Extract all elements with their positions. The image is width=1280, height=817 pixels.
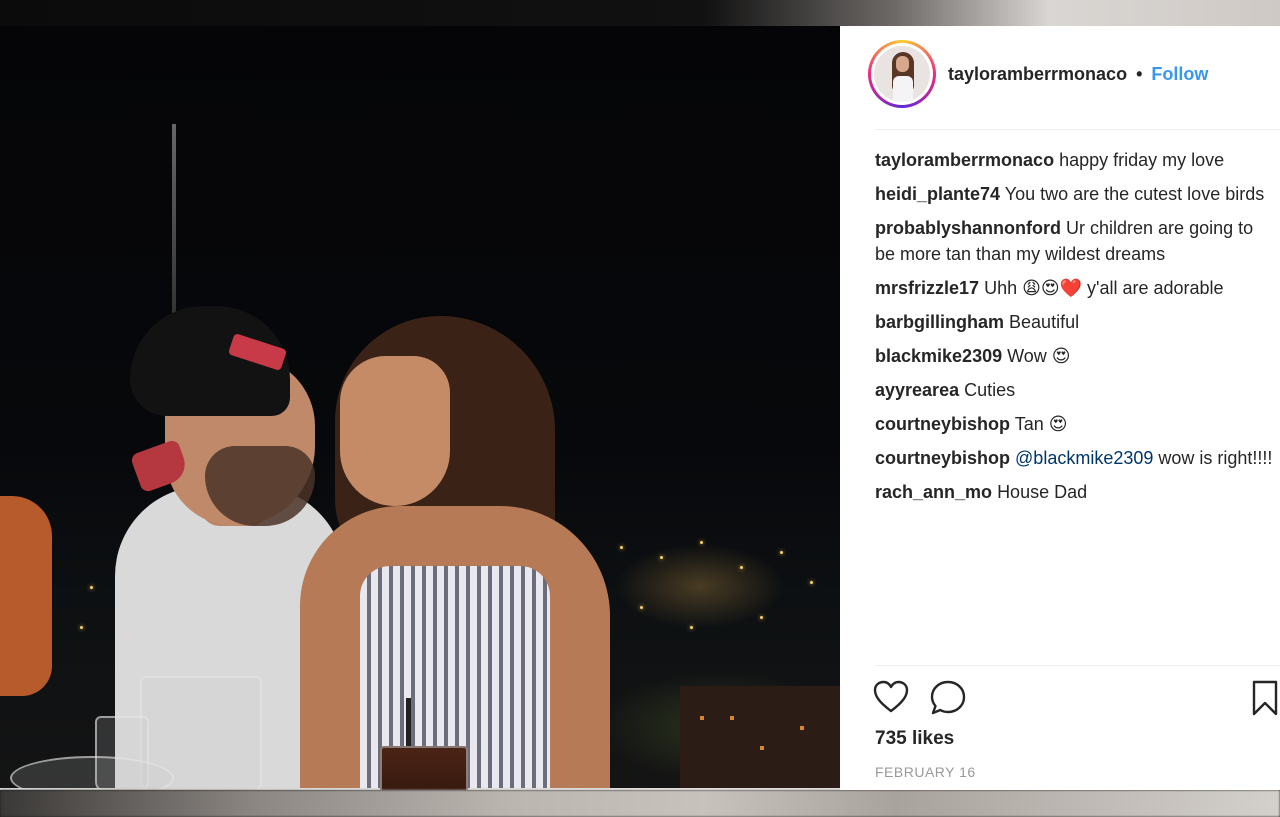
comment-username[interactable]: ayyrearea	[875, 380, 959, 400]
list-item: courtneybishop Tan 😍	[875, 412, 1275, 438]
antenna-pole	[172, 124, 176, 314]
city-light	[780, 551, 783, 554]
comment-text: Beautiful	[1009, 311, 1080, 332]
comment-username[interactable]: heidi_plante74	[875, 184, 1000, 204]
list-item: probablyshannonford Ur children are goin…	[875, 216, 1275, 267]
comment-text: Cuties	[964, 379, 1016, 400]
post-actions	[873, 680, 1278, 719]
city-light	[700, 541, 703, 544]
drink-glass	[380, 746, 468, 790]
city-light	[640, 606, 643, 609]
comment-text: Tan 😍	[1014, 413, 1068, 434]
city-light	[90, 586, 93, 589]
list-item: barbgillingham Beautiful	[875, 310, 1275, 336]
background-blur-top	[0, 0, 1280, 26]
building	[680, 686, 840, 790]
follow-button[interactable]: Follow	[1151, 64, 1208, 84]
comment-text: wow is right!!!!	[1158, 447, 1273, 468]
post-date: FEBRUARY 16	[875, 764, 976, 780]
heart-icon[interactable]	[873, 680, 909, 719]
comment-username[interactable]: rach_ann_mo	[875, 482, 992, 502]
comment-username[interactable]: mrsfrizzle17	[875, 278, 979, 298]
header-username[interactable]: tayloramberrmonaco	[948, 64, 1127, 84]
avatar-border	[871, 43, 933, 105]
actions-divider	[875, 665, 1280, 666]
comment-username[interactable]: blackmike2309	[875, 346, 1002, 366]
comment-text: House Dad	[997, 481, 1088, 502]
comment-text: You two are the cutest love birds	[1004, 184, 1265, 204]
person-arm	[0, 496, 52, 696]
comment-username[interactable]: courtneybishop	[875, 414, 1010, 434]
city-light	[810, 581, 813, 584]
woman-face	[340, 356, 450, 506]
city-light	[80, 626, 83, 629]
bookmark-icon[interactable]	[1251, 680, 1279, 721]
list-item: heidi_plante74 You two are the cutest lo…	[875, 182, 1275, 208]
comment-username[interactable]: courtneybishop	[875, 448, 1010, 468]
separator-dot: •	[1136, 64, 1143, 84]
city-light	[690, 626, 693, 629]
avatar[interactable]	[868, 40, 936, 108]
list-item: ayyrearea Cuties	[875, 378, 1275, 404]
list-item: rach_ann_mo House Dad	[875, 480, 1275, 506]
city-light	[740, 566, 743, 569]
comment-username[interactable]: tayloramberrmonaco	[875, 150, 1054, 170]
post-photo[interactable]	[0, 26, 840, 790]
comments-list: tayloramberrmonaco happy friday my love …	[875, 148, 1275, 514]
city-light	[620, 546, 623, 549]
city-light	[760, 616, 763, 619]
likes-count[interactable]: 735 likes	[875, 728, 954, 750]
comment-username[interactable]: probablyshannonford	[875, 218, 1061, 238]
list-item: mrsfrizzle17 Uhh 😩😍❤️ y'all are adorable	[875, 276, 1275, 302]
header-divider	[875, 129, 1280, 130]
comment-text: Uhh 😩😍❤️ y'all are adorable	[984, 277, 1224, 298]
comment-mention-link[interactable]: @blackmike2309	[1015, 448, 1153, 468]
background-blur-bottom	[0, 790, 1280, 817]
comment-username[interactable]: barbgillingham	[875, 312, 1004, 332]
comment-bubble-icon[interactable]	[930, 680, 966, 721]
list-item: blackmike2309 Wow 😍	[875, 344, 1275, 370]
comment-text: happy friday my love	[1059, 150, 1225, 170]
list-item: courtneybishop @blackmike2309 wow is rig…	[875, 446, 1275, 472]
comment-text: Wow 😍	[1007, 345, 1071, 366]
city-light	[660, 556, 663, 559]
post-header: tayloramberrmonaco • Follow	[948, 64, 1208, 85]
avatar-image	[874, 46, 930, 102]
list-item: tayloramberrmonaco happy friday my love	[875, 148, 1275, 174]
